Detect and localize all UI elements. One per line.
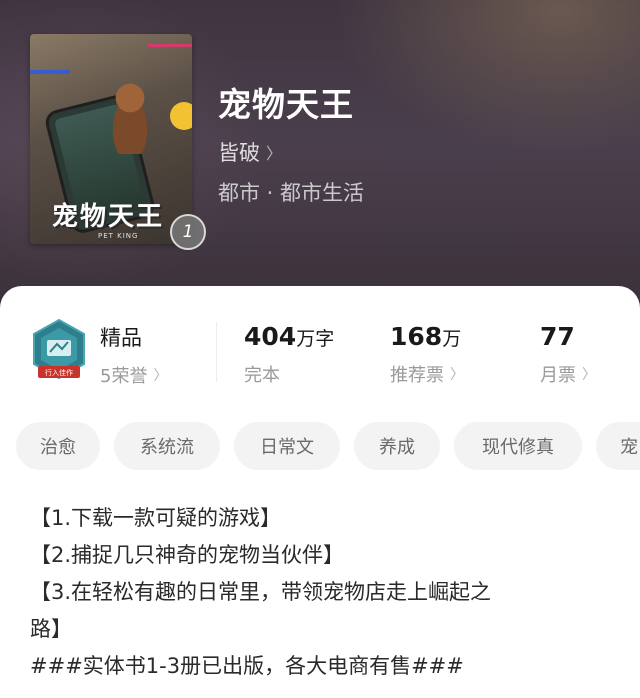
chevron-right-icon: 〉	[450, 367, 464, 383]
recommend-unit: 万	[442, 328, 462, 350]
cover-subtitle: PET KING	[98, 232, 139, 240]
monthly-ticket-stat[interactable]: 77 月票 〉	[540, 322, 596, 387]
recommend-sub: 推荐票 〉	[390, 361, 464, 387]
monthly-ticket-sub: 月票 〉	[540, 361, 596, 387]
cover-decoration	[148, 44, 192, 47]
chevron-right-icon: 〉	[266, 144, 283, 163]
book-description[interactable]: 【1.下载一款可疑的游戏】 【2.捕捉几只神奇的宠物当伙伴】 【3.在轻松有趣的…	[30, 500, 630, 685]
book-category: 都市 · 都市生活	[218, 181, 365, 205]
tag-chip[interactable]: 宠	[596, 422, 640, 470]
author-link[interactable]: 皆破 〉	[218, 137, 282, 167]
book-cover[interactable]: 宠物天王 PET KING	[30, 34, 192, 244]
author-name: 皆破	[218, 141, 260, 165]
honor-badge-text: 行入佳作	[45, 368, 73, 377]
description-line: 【3.在轻松有趣的日常里，带领宠物店走上崛起之	[30, 580, 492, 604]
tag-chip[interactable]: 治愈	[16, 422, 100, 470]
tag-chip[interactable]: 现代修真	[454, 422, 582, 470]
recommend-value: 168	[390, 322, 443, 351]
tag-chip[interactable]: 系统流	[114, 422, 220, 470]
recommend-label: 推荐票	[390, 365, 444, 386]
cover-decoration	[170, 102, 192, 130]
honor-stat[interactable]: 精品 5荣誉 〉	[100, 322, 167, 388]
completion-status: 完本	[244, 365, 280, 386]
honor-sub: 5荣誉 〉	[100, 362, 167, 388]
chevron-right-icon: 〉	[153, 368, 168, 384]
description-line: 【2.捕捉几只神奇的宠物当伙伴】	[30, 543, 345, 567]
honor-badge-icon[interactable]: 行入佳作	[30, 318, 88, 382]
description-line: 路】	[30, 617, 72, 641]
monthly-ticket-value: 77	[540, 322, 575, 351]
tag-chip[interactable]: 养成	[354, 422, 440, 470]
recommend-stat[interactable]: 168万 推荐票 〉	[390, 322, 464, 387]
tag-chip[interactable]: 日常文	[234, 422, 340, 470]
cover-decoration	[30, 70, 70, 74]
honor-count: 5荣誉	[100, 366, 148, 387]
tag-list: 治愈 系统流 日常文 养成 现代修真 宠	[0, 422, 640, 472]
honor-label: 精品	[100, 326, 142, 350]
description-line: ###实体书1-3册已出版，各大电商有售###	[30, 654, 464, 678]
monthly-ticket-label: 月票	[540, 365, 576, 386]
divider	[216, 322, 217, 382]
volume-badge: 1	[170, 214, 206, 250]
cover-dog-illustration	[100, 74, 160, 154]
description-line: 【1.下载一款可疑的游戏】	[30, 506, 282, 530]
word-count-value: 404	[244, 322, 297, 351]
chevron-right-icon: 〉	[582, 367, 596, 383]
word-count-unit: 万字	[296, 328, 335, 350]
word-count-stat: 404万字 完本	[244, 322, 334, 387]
book-title: 宠物天王	[218, 85, 354, 124]
cover-title: 宠物天王	[52, 202, 165, 232]
